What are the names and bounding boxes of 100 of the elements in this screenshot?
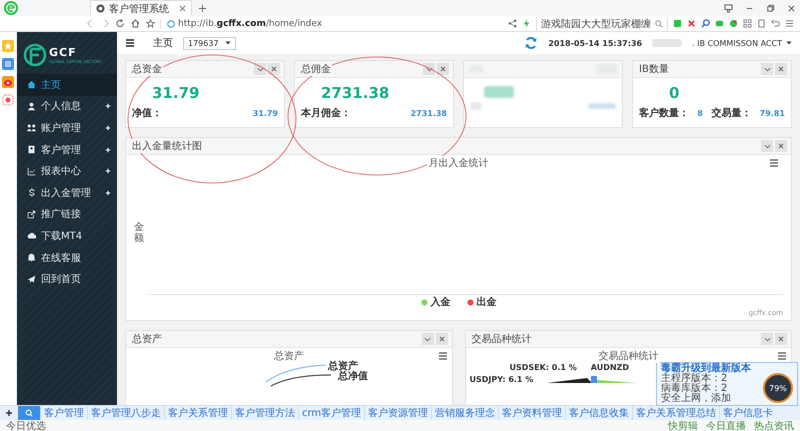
status-link[interactable]: 今日优选: [6, 418, 46, 431]
collapse-button[interactable]: [761, 333, 773, 345]
close-icon[interactable]: [179, 5, 186, 12]
collapse-button[interactable]: [254, 63, 266, 75]
logo-icon: [23, 43, 47, 67]
status-link[interactable]: 热点资讯: [754, 418, 794, 431]
menu-icon[interactable]: [125, 38, 135, 48]
tab-title: 客户管理系统: [109, 2, 170, 16]
stat-label: 净值：: [132, 106, 162, 120]
restore-icon[interactable]: [766, 4, 775, 12]
close-icon: [778, 143, 784, 149]
logo-text: GCF: [49, 46, 78, 59]
cross-icon[interactable]: [687, 19, 696, 28]
browser-tab[interactable]: 客户管理系统: [90, 0, 192, 16]
sidebar-item[interactable]: 下载MT4: [17, 225, 117, 247]
caret-icon: [224, 40, 231, 46]
sidebar-item[interactable]: 个人信息: [17, 96, 117, 118]
blurred-amount: [588, 103, 616, 109]
chart-title: 总资产: [272, 349, 306, 363]
new-tab-icon[interactable]: [198, 4, 207, 12]
search-icon[interactable]: [701, 19, 710, 28]
group-icon: [27, 123, 36, 132]
close-button[interactable]: [775, 63, 787, 75]
phone-icon[interactable]: [757, 19, 766, 28]
card-title: 总资金: [131, 62, 163, 76]
lightning-icon[interactable]: [522, 19, 531, 28]
blurred-label: [470, 102, 482, 110]
status-link[interactable]: 今日直播: [706, 418, 746, 431]
panel-title: 交易品种统计: [470, 332, 532, 346]
sidebar-item[interactable]: 出入金管理: [17, 182, 117, 204]
home-icon: [27, 80, 36, 90]
stat-value: 31.79: [252, 108, 278, 118]
close-icon: [440, 66, 446, 72]
chevron-down-icon: [764, 336, 770, 342]
legend-item[interactable]: 入金: [420, 295, 450, 309]
stat-value: 8: [697, 108, 703, 118]
close-button[interactable]: [775, 140, 787, 152]
chevron-down-icon: [256, 66, 264, 72]
paper-plane-icon: [27, 274, 36, 284]
app-icon[interactable]: [2, 94, 14, 106]
gauge[interactable]: 79%: [763, 373, 793, 403]
skin-icon[interactable]: [724, 4, 733, 12]
menu-icon[interactable]: [769, 158, 779, 168]
star-icon[interactable]: [2, 40, 14, 52]
panel-title: 出入金量统计图: [131, 139, 203, 153]
id-card-icon: [27, 145, 36, 154]
collapse-button[interactable]: [423, 63, 435, 75]
pie-label: USDJPY: 6.1 %: [470, 375, 534, 384]
menu-icon[interactable]: [777, 351, 787, 361]
sidebar-item[interactable]: 账户管理: [17, 117, 117, 139]
undo-icon[interactable]: [771, 19, 780, 28]
refresh-icon[interactable]: [524, 36, 538, 50]
close-button[interactable]: [268, 63, 280, 75]
grid-icon[interactable]: [743, 19, 752, 28]
reload-icon[interactable]: [116, 19, 125, 28]
globe-icon: [167, 20, 175, 28]
leader-line: [266, 363, 326, 383]
collapse-button[interactable]: [422, 333, 434, 345]
collapse-button[interactable]: [761, 140, 773, 152]
card-value: 2731.38: [321, 83, 390, 104]
search-field[interactable]: 游戏陆园大大型玩家棚缠: [536, 16, 668, 30]
search-icon: [655, 20, 663, 28]
share-icon[interactable]: [508, 19, 517, 28]
collapse-button[interactable]: [761, 63, 773, 75]
user-icon: [27, 102, 36, 111]
popup-line: 安全上网，添加: [661, 394, 732, 404]
cloud-icon: [27, 231, 36, 240]
sidebar-item[interactable]: 报表中心: [17, 160, 117, 182]
caret-icon: [786, 40, 792, 46]
close-icon: [778, 66, 784, 72]
pie-label: 总净值: [338, 370, 368, 383]
eye-logo-icon[interactable]: [2, 76, 14, 88]
panel-title: 总资产: [131, 332, 163, 346]
home-link[interactable]: 主页: [153, 36, 173, 50]
bell-icon: [27, 253, 36, 262]
star-icon[interactable]: [146, 19, 155, 28]
sidebar-item[interactable]: 客户管理: [17, 138, 117, 160]
sidebar-item[interactable]: 主页: [17, 74, 117, 96]
user-menu[interactable]: . IB COMMISSON ACCT: [692, 38, 792, 48]
sidebar-item[interactable]: 在线客服: [17, 246, 117, 268]
legend-item[interactable]: 出金: [466, 295, 496, 309]
status-link[interactable]: 快剪辑: [668, 418, 698, 431]
home-icon[interactable]: [131, 19, 140, 28]
line-chart-icon: [27, 166, 36, 176]
menu-icon[interactable]: [438, 351, 448, 361]
axis-label: 金额: [134, 222, 144, 244]
close-button[interactable]: [775, 333, 787, 345]
sidebar-item[interactable]: 回到首页: [17, 268, 117, 290]
plus-icon: [5, 409, 13, 417]
close-button[interactable]: [437, 63, 449, 75]
blurred-value: [484, 86, 514, 98]
address-field[interactable]: http://ib.gcffx.com/home/index: [160, 18, 322, 28]
sidebar-item[interactable]: 推广链接: [17, 204, 117, 226]
datetime: 2018-05-14 15:37:36: [548, 38, 642, 48]
list-icon[interactable]: [2, 58, 14, 70]
dollar-icon: [27, 188, 36, 198]
account-select[interactable]: 179637: [183, 36, 236, 50]
close-icon[interactable]: [787, 4, 796, 12]
close-button[interactable]: [436, 333, 448, 345]
close-icon: [778, 336, 784, 342]
